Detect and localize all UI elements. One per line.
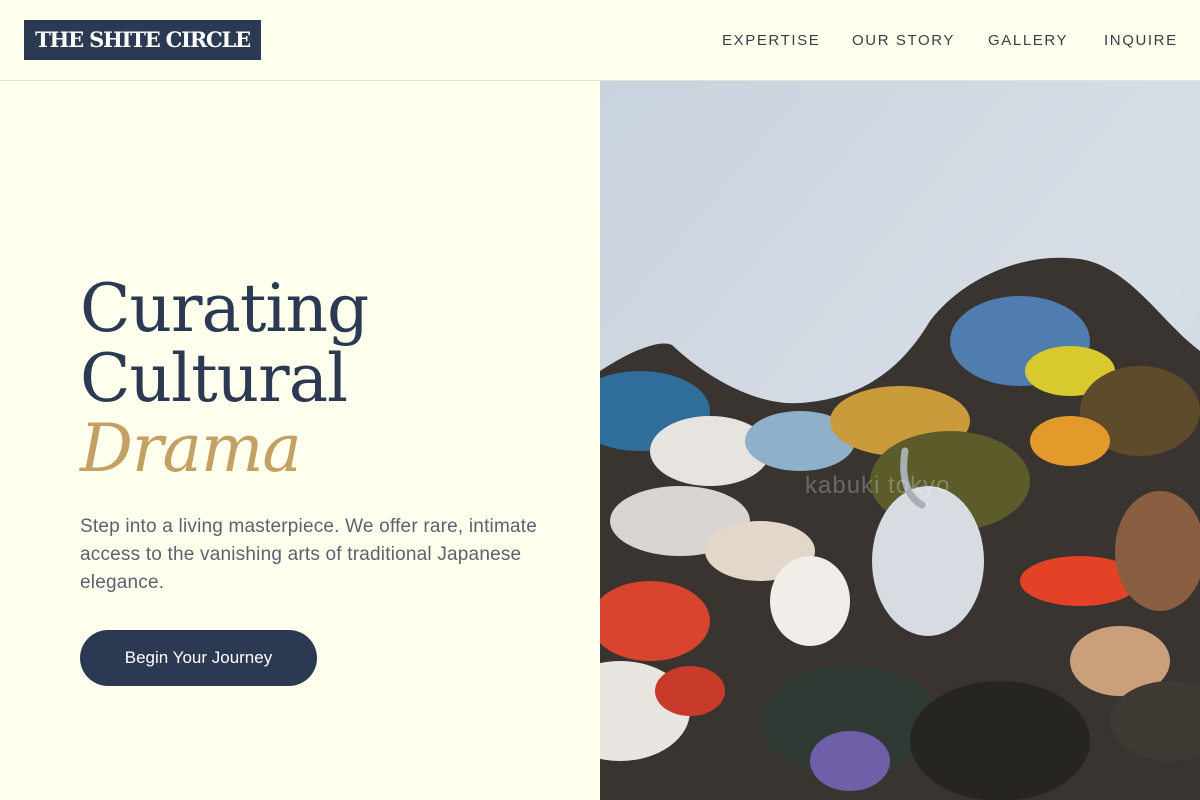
nav-item-expertise[interactable]: EXPERTISE	[722, 31, 820, 51]
image-watermark: kabuki tokyo	[805, 472, 950, 499]
nav-item-our-story[interactable]: OUR STORY	[852, 31, 955, 51]
main-nav: EXPERTISE OUR STORY GALLERY INQUIRE	[0, 31, 1200, 51]
hero-image-paint-palette: kabuki tokyo	[600, 81, 1200, 800]
headline-line-2: Cultural	[80, 340, 348, 417]
hero-subtitle: Step into a living masterpiece. We offer…	[80, 516, 538, 593]
nav-item-inquire[interactable]: INQUIRE	[1104, 31, 1178, 51]
hero-text: Curating Cultural Drama	[80, 274, 580, 484]
nav-item-gallery[interactable]: GALLERY	[988, 31, 1068, 51]
hero-headline: Curating Cultural Drama	[80, 274, 580, 484]
palette-thumb-hole	[872, 486, 984, 636]
headline-accent: Drama	[80, 410, 302, 487]
site-header: THE SHITE CIRCLE EXPERTISE OUR STORY GAL…	[0, 0, 1200, 81]
begin-journey-button[interactable]: Begin Your Journey	[80, 630, 317, 686]
headline-line-1: Curating	[80, 270, 369, 347]
